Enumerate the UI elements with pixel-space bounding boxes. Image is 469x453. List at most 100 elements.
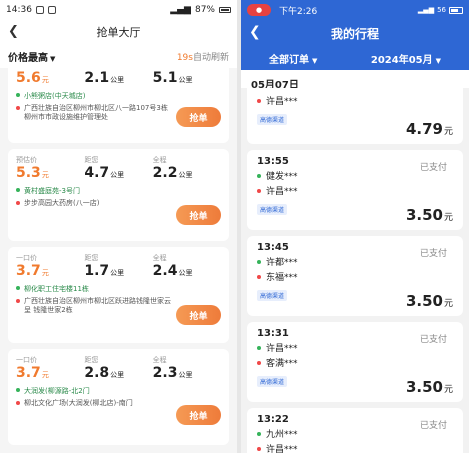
status-time: 14:36 [6,5,32,15]
trip-card[interactable]: 13:22 已支付 九州*** 许昌*** [247,408,463,453]
battery-icon [449,6,463,14]
date-header: 05月07日 [241,70,469,91]
dropoff-dot-icon [16,106,20,110]
pickup-address: 黄村盛庭苑-3号门 [16,186,221,196]
trip-status: 已支付 [419,162,447,173]
trip-value: 2.4公里 [152,263,193,279]
dropoff-dot-icon [257,188,261,193]
trip-card[interactable]: 13:31 已支付 许昌*** 客满*** 高德渠道 3.50元 [247,322,463,402]
notification-icon [35,6,44,14]
pickup-dot-icon [257,345,261,350]
pickup-dot-icon [257,259,261,264]
pickup-dot-icon [16,93,20,97]
dropoff-dot-icon [257,98,261,103]
price-value: 5.3元 [16,165,49,181]
right-phone-screen: ● 下午2:26 ▂▄▆ 56 ❮ 我的行程 全部订单 ▼ 2024年05月 ▼ 0… [241,0,469,453]
trip-price: 4.79元 [405,120,453,138]
distance-value: 2.8公里 [84,365,125,381]
dropoff-dot-icon [257,446,261,451]
dropoff-place: 许昌*** [257,94,453,107]
order-card: 一口价 3.7元 距您 1.7公里 全程 2.4公里 柳化职工住宅楼11栋 广西壮族自… [8,247,229,343]
trip-value: 2.2公里 [152,165,193,181]
grab-order-button[interactable]: 抢单 [176,405,221,425]
refresh-count: 19s [176,52,193,63]
dropoff-address: 步步高园大药房(八一店) [16,199,174,208]
orders-filter-dropdown[interactable]: 全部订单 ▼ [269,51,317,66]
distance-label: 距您 [84,156,99,164]
dropoff-address: 柳北文化广场(大润发(柳北店)-南门 [16,399,174,408]
price-label: 一口价 [16,254,37,262]
page-title: 抢单大厅 [96,26,141,39]
pickup-dot-icon [16,286,20,290]
pickup-dot-icon [257,173,261,178]
pickup-dot-icon [257,431,261,436]
distance-value: 2.1公里 [84,70,125,86]
trip-card[interactable]: 13:45 已支付 许都*** 东福*** 高德渠道 3.50元 [247,236,463,316]
notification-icon [47,6,56,14]
dropoff-place: 许昌*** [257,184,453,197]
order-list: 5.6元 2.1公里 5.1公里 小熊粥店(中天城店) 广西壮族自治区柳州市柳北… [0,62,237,445]
battery-text: 87% [194,5,215,15]
caret-down-icon: ▼ [312,56,318,65]
left-phone-screen: 14:36 ▂▄▆ 87% ❮ 抢单大厅 价格最高 ▼ 19s自动刷新 5.6元 … [0,0,237,453]
back-icon[interactable]: ❮ [8,24,19,39]
order-card: 预估价 5.3元 距您 4.7公里 全程 2.2公里 黄村盛庭苑-3号门 步步高园大药… [8,149,229,241]
pickup-address: 大润发(柳源路-北2门 [16,386,221,396]
distance-label: 距您 [84,254,99,262]
auto-refresh: 19s自动刷新 [177,50,229,63]
signal-icon: ▂▄▆ [417,6,435,14]
pickup-dot-icon [16,388,20,392]
recording-icon: ● [247,4,271,16]
dropoff-address: 广西壮族自治区柳州市柳北区八一路107号3栋柳州市市政设施维护管理处 [16,104,174,122]
order-card: 5.6元 2.1公里 5.1公里 小熊粥店(中天城店) 广西壮族自治区柳州市柳北… [8,62,229,143]
trip-label: 全程 [152,254,167,262]
price-label: 一口价 [16,356,37,364]
channel-tag: 高德渠道 [257,204,288,215]
channel-tag: 高德渠道 [257,376,288,387]
pickup-address: 柳化职工住宅楼11栋 [16,284,221,294]
month-filter-dropdown[interactable]: 2024年05月 ▼ [371,51,441,66]
trip-value: 5.1公里 [152,70,193,86]
trip-price: 3.50元 [405,206,453,224]
pickup-address: 小熊粥店(中天城店) [16,91,221,101]
distance-value: 1.7公里 [84,263,125,279]
price-label: 预估价 [16,156,37,164]
caret-down-icon: ▼ [435,56,441,65]
header: ● 下午2:26 ▂▄▆ 56 ❮ 我的行程 全部订单 ▼ 2024年05月 ▼ [241,0,469,70]
battery-icon [219,7,231,13]
order-card: 一口价 3.7元 距您 2.8公里 全程 2.3公里 大润发(柳源路-北2门 柳北文化… [8,349,229,445]
grab-order-button[interactable]: 抢单 [176,107,221,127]
nav-bar: ❮ 我的行程 [241,20,469,46]
distance-value: 4.7公里 [84,165,125,181]
page-title: 我的行程 [330,26,379,41]
pickup-dot-icon [16,188,20,192]
status-bar: 14:36 ▂▄▆ 87% [0,0,237,20]
battery-text: 56 [437,6,446,14]
dropoff-dot-icon [16,299,20,303]
dropoff-place: 许昌*** [257,442,453,453]
price-value: 3.7元 [16,365,49,381]
price-value: 5.6元 [16,70,49,86]
trip-price: 3.50元 [405,378,453,396]
dropoff-dot-icon [16,201,20,205]
channel-tag: 高德渠道 [257,114,288,125]
trip-status: 已支付 [419,420,447,431]
channel-tag: 高德渠道 [257,290,288,301]
status-bar: ● 下午2:26 ▂▄▆ 56 [241,0,469,20]
back-icon[interactable]: ❮ [249,24,261,40]
dropoff-place: 东福*** [257,270,453,283]
grab-order-button[interactable]: 抢单 [176,305,221,325]
dropoff-dot-icon [257,274,261,279]
trip-card[interactable]: 13:55 已支付 健发*** 许昌*** 高德渠道 3.50元 [247,150,463,230]
grab-order-button[interactable]: 抢单 [176,205,221,225]
dropoff-place: 客满*** [257,356,453,369]
signal-icon: ▂▄▆ [170,5,191,15]
status-time: 下午2:26 [279,6,318,17]
trip-status: 已支付 [419,248,447,259]
filter-tabs: 全部订单 ▼ 2024年05月 ▼ [241,46,469,70]
trip-label: 全程 [152,156,167,164]
trip-card[interactable]: 许昌*** 高德渠道 4.79元 [247,88,463,144]
price-value: 3.7元 [16,263,49,279]
nav-bar: ❮ 抢单大厅 [0,20,237,44]
dropoff-dot-icon [16,401,20,405]
